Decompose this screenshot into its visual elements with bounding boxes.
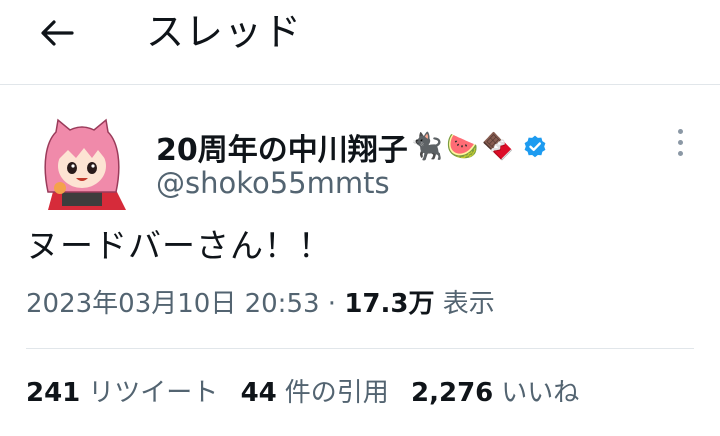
quotes-label: 件の引用 <box>284 378 389 408</box>
quotes-stat[interactable]: 44 件の引用 <box>241 372 389 414</box>
author-handle[interactable]: @shoko55mmts <box>156 166 390 200</box>
more-options-button[interactable] <box>664 122 696 162</box>
likes-count: 2,276 <box>411 378 494 408</box>
retweets-count: 241 <box>26 378 81 408</box>
author-display-name[interactable]: 20周年の中川翔子 <box>156 125 408 169</box>
views-label: 表示 <box>442 289 495 319</box>
divider <box>26 348 694 349</box>
views-count: 17.3万 <box>344 289 435 319</box>
arrow-left-icon <box>41 20 74 46</box>
black-cat-icon: 🐈‍⬛ <box>410 132 444 162</box>
retweets-stat[interactable]: 241 リツイート <box>26 372 218 414</box>
quotes-count: 44 <box>240 378 277 408</box>
page-title: スレッド <box>146 10 303 54</box>
tweet-timestamp[interactable]: 2023年03月10日 20:53 <box>26 289 320 319</box>
more-dot <box>677 139 683 145</box>
likes-label: いいね <box>501 378 580 408</box>
app-header: スレッド <box>0 0 720 85</box>
back-button[interactable] <box>34 10 80 56</box>
avatar[interactable] <box>34 114 130 210</box>
author-name-row[interactable]: 20周年の中川翔子 🐈‍⬛ 🍉 🍫 <box>156 126 548 168</box>
verified-badge-icon <box>522 134 548 160</box>
tweet-text: ヌードバーさん！！ <box>26 226 332 265</box>
more-dot <box>677 150 683 156</box>
likes-stat[interactable]: 2,276 いいね <box>411 372 579 414</box>
meta-separator: · <box>327 289 337 319</box>
tweet-stats: 241 リツイート 44 件の引用 2,276 いいね <box>26 372 593 414</box>
more-dot <box>677 128 683 134</box>
tweet-meta: 2023年03月10日 20:53 · 17.3万 表示 <box>26 284 495 324</box>
chocolate-icon: 🍫 <box>481 132 514 162</box>
watermelon-icon: 🍉 <box>446 132 479 162</box>
retweets-label: リツイート <box>88 378 219 408</box>
